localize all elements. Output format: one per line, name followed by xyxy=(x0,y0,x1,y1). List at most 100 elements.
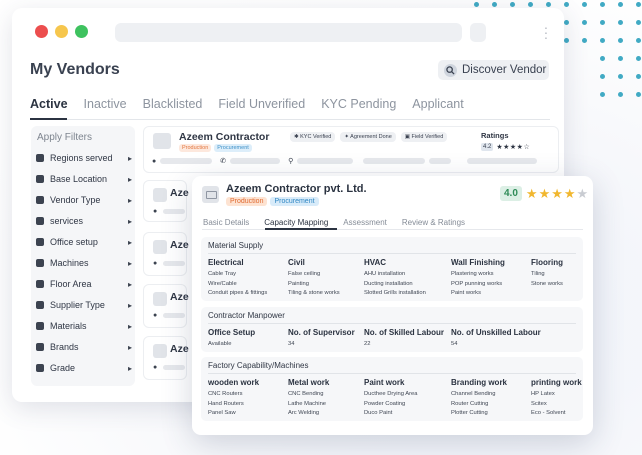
contractor-manpower-section: Contractor Manpower Office Setup Availabl… xyxy=(201,307,583,352)
column-heading: Branding work xyxy=(451,378,508,387)
column-item: AHU installation xyxy=(364,271,406,277)
vendor-card[interactable]: Aze ● xyxy=(143,336,189,380)
filter-label: Supplier Type xyxy=(50,300,105,310)
maximize-window-button[interactable] xyxy=(75,25,88,38)
column-heading: HVAC xyxy=(364,258,387,267)
chevron-right-icon: ▸ xyxy=(127,237,132,247)
decorative-dot xyxy=(618,56,623,61)
vendor-name: Aze xyxy=(170,239,189,251)
column-item: Wire/Cable xyxy=(208,280,237,287)
vendor-card[interactable]: Aze ● xyxy=(143,232,189,276)
address-bar-button[interactable] xyxy=(470,23,486,42)
decorative-dot xyxy=(600,20,605,25)
chevron-right-icon: ▸ xyxy=(127,216,132,226)
filter-item[interactable]: Base Location ▸ xyxy=(36,171,132,187)
vendor-name: Aze xyxy=(170,291,189,303)
tab-kyc-pending[interactable]: KYC Pending xyxy=(321,97,396,111)
chevron-right-icon: ▸ xyxy=(127,153,132,163)
column-item: 34 xyxy=(288,341,295,347)
chevron-right-icon: ▸ xyxy=(127,279,132,289)
column-item: Router Cutting xyxy=(451,400,489,407)
filter-item[interactable]: services ▸ xyxy=(36,213,132,229)
material-supply-section: Material Supply Electrical Cable Tray Wire… xyxy=(201,237,583,301)
chevron-right-icon: ▸ xyxy=(127,300,132,310)
vendor-name: Azeem Contractor xyxy=(179,131,270,143)
filters-panel: Apply Filters Regions served ▸ Base Locati… xyxy=(31,126,135,386)
filter-item[interactable]: Materials ▸ xyxy=(36,318,132,334)
column-item: Scitex xyxy=(531,400,547,407)
chevron-right-icon: ▸ xyxy=(127,258,132,268)
detail-tabs-divider xyxy=(202,229,583,230)
window-titlebar: · · · xyxy=(12,8,564,50)
user-icon: ● xyxy=(153,364,158,371)
filter-item[interactable]: Grade ▸ xyxy=(36,360,132,376)
tabs-divider xyxy=(30,119,550,120)
tab-inactive[interactable]: Inactive xyxy=(84,97,127,111)
section-title: Material Supply xyxy=(208,241,264,250)
chevron-right-icon: ▸ xyxy=(127,174,132,184)
decorative-dot xyxy=(474,2,479,7)
vendor-card[interactable]: Azeem Contractor Production Procurement … xyxy=(143,126,559,173)
detail-tabs: Basic Details Capacity Mapping Assessmen… xyxy=(203,218,480,227)
column-item: False ceiling xyxy=(288,271,321,277)
filter-item[interactable]: Machines ▸ xyxy=(36,255,132,271)
tab-capacity-mapping[interactable]: Capacity Mapping xyxy=(264,218,328,227)
vendor-card[interactable]: Aze ● xyxy=(143,180,189,222)
column-item: CNC Routers xyxy=(208,391,243,397)
decorative-dot xyxy=(528,2,533,7)
tab-field-unverified[interactable]: Field Unverified xyxy=(218,97,305,111)
column-heading: No. of Skilled Labour xyxy=(364,328,445,337)
filter-label: Grade xyxy=(50,363,76,373)
star-empty-icon: ★ xyxy=(576,186,589,201)
filter-item[interactable]: Office setup ▸ xyxy=(36,234,132,250)
decorative-dot xyxy=(636,2,641,7)
decorative-dot xyxy=(564,38,569,43)
column-heading: Wall Finishing xyxy=(451,258,505,267)
filter-item[interactable]: Supplier Type ▸ xyxy=(36,297,132,313)
column-item: 22 xyxy=(364,341,371,347)
user-icon: ● xyxy=(152,157,157,165)
decorative-dot xyxy=(636,38,641,43)
column-item: Slotted Grills installation xyxy=(364,290,426,297)
decorative-dot xyxy=(636,20,641,25)
close-window-button[interactable] xyxy=(35,25,48,38)
decorative-dot xyxy=(636,56,641,61)
filter-item[interactable]: Vendor Type ▸ xyxy=(36,192,132,208)
discover-vendor-button[interactable]: Discover Vendor xyxy=(438,60,549,80)
vendor-detail-card: Azeem Contractor pvt. Ltd. Production Pr… xyxy=(192,176,593,435)
column-item: Panel Saw xyxy=(208,410,236,417)
decorative-dot xyxy=(600,38,605,43)
tab-assessment[interactable]: Assessment xyxy=(343,218,387,227)
tools-icon xyxy=(36,217,44,225)
capability-column: Electrical Cable Tray Wire/Cable Conduit pi… xyxy=(208,258,267,299)
decorative-dot xyxy=(618,20,623,25)
tab-applicant[interactable]: Applicant xyxy=(412,97,463,111)
materials-icon xyxy=(36,322,44,330)
capability-column: Metal work CNC Bending Lathe Machine Arc We… xyxy=(288,378,329,419)
more-options-icon[interactable]: · · · xyxy=(539,20,553,44)
decorative-dot xyxy=(600,92,605,97)
discover-vendor-label: Discover Vendor xyxy=(462,64,547,76)
tab-review-ratings[interactable]: Review & Ratings xyxy=(402,218,465,227)
capability-column: Branding work Channel Bending Router Cutti… xyxy=(451,378,507,419)
column-item: Available xyxy=(208,341,232,347)
filter-item[interactable]: Regions served ▸ xyxy=(36,150,132,166)
tab-blacklisted[interactable]: Blacklisted xyxy=(143,97,203,111)
address-bar[interactable] xyxy=(115,23,462,42)
tab-basic-details[interactable]: Basic Details xyxy=(203,218,249,227)
decorative-dot xyxy=(618,2,623,7)
decorative-dot xyxy=(582,2,587,7)
filter-item[interactable]: Floor Area ▸ xyxy=(36,276,132,292)
filter-label: Base Location xyxy=(50,174,108,184)
vendor-detail-rating: 4.0 ★ ★ ★ ★ ★ xyxy=(500,186,588,201)
decorative-dot xyxy=(618,92,623,97)
minimize-window-button[interactable] xyxy=(55,25,68,38)
search-icon xyxy=(444,63,457,77)
vendor-name: Aze xyxy=(170,187,189,199)
tab-active[interactable]: Active xyxy=(30,97,68,111)
vendor-rating: 4.2 ★★★★☆ xyxy=(481,143,530,151)
vendor-card[interactable]: Aze ● xyxy=(143,284,189,328)
filter-item[interactable]: Brands ▸ xyxy=(36,339,132,355)
decorative-dot xyxy=(510,2,515,7)
section-title: Factory Capability/Machines xyxy=(208,361,309,370)
